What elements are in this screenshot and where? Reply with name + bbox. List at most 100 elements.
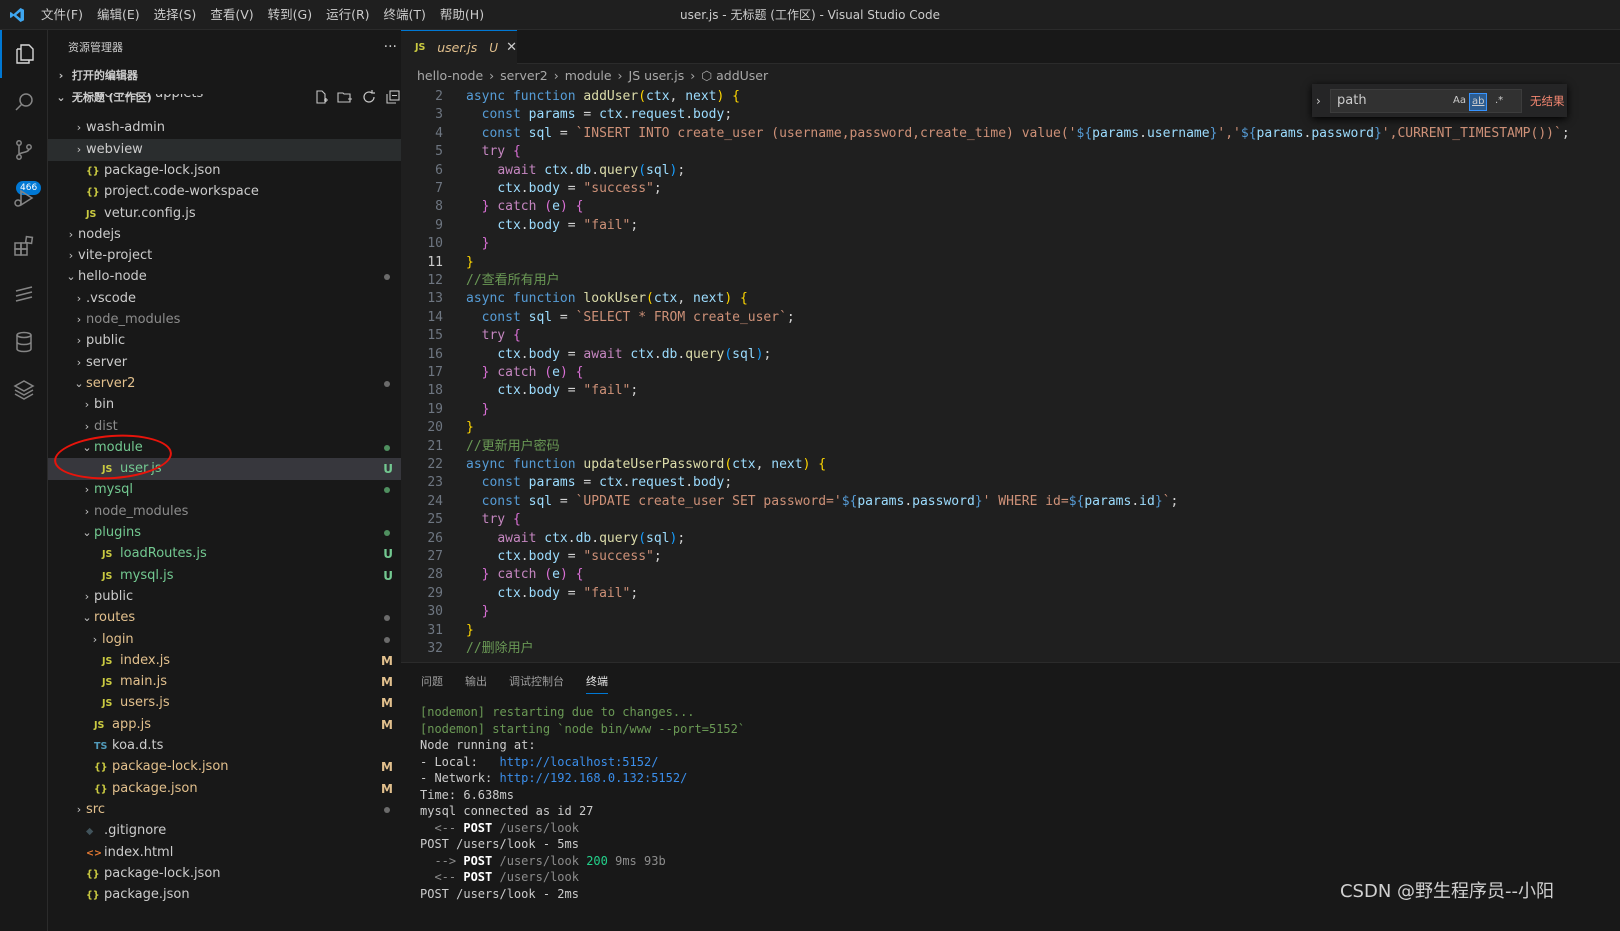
js-file-icon: JS bbox=[102, 549, 113, 561]
code-token: ctx bbox=[646, 89, 670, 104]
modified-badge: M bbox=[381, 717, 393, 732]
code-token: try bbox=[481, 144, 513, 160]
code-line: 20} bbox=[401, 419, 1620, 437]
folder-row[interactable]: ⌄ plugins bbox=[48, 522, 413, 544]
terminal-output[interactable]: [nodemon] restarting due to changes... [n… bbox=[420, 704, 745, 902]
chevron-right-icon[interactable]: › bbox=[1316, 94, 1330, 108]
search-icon[interactable] bbox=[0, 78, 48, 126]
file-row[interactable]: JS vetur.config.js bbox=[48, 203, 413, 225]
file-row[interactable]: {} package-lock.json bbox=[48, 160, 413, 182]
tab-terminal[interactable]: 终端 bbox=[586, 671, 608, 694]
code-token: , bbox=[669, 89, 686, 104]
code-line: 7 ctx.body = "success"; bbox=[401, 180, 1620, 198]
tab-user-js[interactable]: JS user.js U ✕ bbox=[401, 30, 517, 64]
regex-toggle[interactable]: .* bbox=[1493, 93, 1505, 109]
file-row[interactable]: {} package.json bbox=[48, 884, 413, 906]
breadcrumb-item[interactable]: ⬡ addUser bbox=[701, 65, 768, 87]
menu-run[interactable]: 运行(R) bbox=[319, 0, 376, 30]
tab-debug-console[interactable]: 调试控制台 bbox=[509, 671, 564, 693]
folder-row[interactable]: › server bbox=[48, 352, 413, 374]
folder-row[interactable]: › public bbox=[48, 586, 413, 608]
open-editors-section[interactable]: › 打开的编辑器 bbox=[48, 65, 413, 87]
folder-row[interactable]: ⌄ hello-node bbox=[48, 266, 413, 288]
file-row[interactable]: {} package-lock.json M bbox=[48, 756, 413, 778]
file-row[interactable]: JS app.js M bbox=[48, 714, 413, 736]
file-row[interactable]: ◆ .gitignore bbox=[48, 820, 413, 842]
folder-row[interactable]: › dist bbox=[48, 416, 413, 438]
code-token: lookUser bbox=[583, 291, 647, 307]
match-whole-word-toggle[interactable]: ab bbox=[1469, 92, 1488, 111]
line-number: 12 bbox=[427, 273, 443, 288]
code-token: = bbox=[552, 125, 576, 141]
explorer-icon[interactable] bbox=[0, 30, 48, 78]
layers-icon[interactable] bbox=[0, 366, 48, 414]
folder-row[interactable]: › mysql bbox=[48, 479, 413, 501]
file-row[interactable]: JS index.js M bbox=[48, 650, 413, 672]
explorer-title: 资源管理器 bbox=[68, 41, 123, 54]
folder-row[interactable]: › webview bbox=[48, 138, 413, 161]
tree-item-label: src bbox=[86, 801, 105, 817]
code-token: , bbox=[677, 291, 694, 307]
folder-row[interactable]: › public bbox=[48, 330, 413, 352]
breadcrumb-item[interactable]: hello-node bbox=[417, 65, 483, 87]
database-icon[interactable] bbox=[0, 318, 48, 366]
folder-row[interactable]: ⌄ server2 bbox=[48, 373, 413, 395]
code-token: async bbox=[466, 457, 513, 472]
file-row[interactable]: <> index.html bbox=[48, 842, 413, 864]
tab-output[interactable]: 输出 bbox=[465, 671, 487, 693]
code-token: { bbox=[575, 199, 584, 215]
file-row[interactable]: JS users.js M bbox=[48, 692, 413, 714]
folder-row[interactable]: › nodejs bbox=[48, 224, 413, 246]
folder-row[interactable]: ⌄ routes bbox=[48, 607, 413, 629]
code-token: ( bbox=[724, 346, 733, 362]
chevron-right-icon: › bbox=[84, 589, 90, 603]
file-row[interactable]: JS mysql.js U bbox=[48, 565, 413, 587]
more-actions-icon[interactable]: ··· bbox=[384, 30, 397, 65]
folder-row[interactable]: › wash-admin bbox=[48, 117, 413, 139]
file-row[interactable]: {} package.json M bbox=[48, 778, 413, 800]
folder-row[interactable]: › node_modules bbox=[48, 309, 413, 331]
tree-item-label: vetur.config.js bbox=[104, 205, 196, 221]
remote-explorer-icon[interactable] bbox=[0, 270, 48, 318]
code-line: 31} bbox=[401, 622, 1620, 640]
file-row[interactable]: TS koa.d.ts bbox=[48, 735, 413, 757]
breadcrumb-item[interactable]: server2 bbox=[500, 65, 548, 87]
menu-terminal[interactable]: 终端(T) bbox=[377, 0, 433, 30]
menu-file[interactable]: 文件(F) bbox=[34, 0, 90, 30]
menu-selection[interactable]: 选择(S) bbox=[147, 0, 204, 30]
chevron-down-icon: ⌄ bbox=[82, 526, 92, 539]
file-row[interactable]: {} package-lock.json bbox=[48, 863, 413, 885]
folder-row[interactable]: › login bbox=[48, 629, 413, 651]
folder-row[interactable]: › bin bbox=[48, 394, 413, 416]
folder-row[interactable]: › vite-project bbox=[48, 245, 413, 267]
menu-go[interactable]: 转到(G) bbox=[261, 0, 319, 30]
menu-view[interactable]: 查看(V) bbox=[203, 0, 260, 30]
folder-row[interactable]: › src bbox=[48, 799, 413, 821]
code-text: } bbox=[466, 235, 490, 253]
chevron-right-icon: › bbox=[76, 802, 82, 816]
code-line: 21 //更新用户密码 bbox=[401, 438, 1620, 456]
tree-item-label: .vscode bbox=[86, 290, 136, 306]
source-control-icon[interactable] bbox=[0, 126, 48, 174]
code-text: await ctx.db.query(sql); bbox=[466, 530, 685, 548]
tree-item-label: server bbox=[86, 354, 128, 370]
find-input[interactable]: path Aa ab .* bbox=[1330, 88, 1522, 113]
menu-edit[interactable]: 编辑(E) bbox=[90, 0, 147, 30]
close-icon[interactable]: ✕ bbox=[506, 40, 517, 55]
folder-row[interactable]: ›tradeArea-applets bbox=[48, 94, 413, 102]
js-file-icon: JS bbox=[102, 698, 113, 710]
menu-help[interactable]: 帮助(H) bbox=[433, 0, 491, 30]
breadcrumb-item[interactable]: module bbox=[565, 65, 612, 87]
match-case-toggle[interactable]: Aa bbox=[1451, 93, 1468, 109]
folder-row[interactable]: › .vscode bbox=[48, 288, 413, 310]
tab-problems[interactable]: 问题 bbox=[421, 671, 443, 693]
code-editor[interactable]: 2 async function addUser(ctx, next) {3 co… bbox=[401, 86, 1620, 662]
folder-row[interactable]: › node_modules bbox=[48, 501, 413, 523]
run-debug-icon[interactable] bbox=[0, 174, 48, 222]
breadcrumb-item[interactable]: JS user.js bbox=[629, 65, 685, 87]
extensions-icon[interactable] bbox=[0, 222, 48, 270]
file-row[interactable]: JS main.js M bbox=[48, 671, 413, 693]
file-row[interactable]: {} project.code-workspace bbox=[48, 181, 413, 203]
file-row[interactable]: JS loadRoutes.js U bbox=[48, 543, 413, 565]
